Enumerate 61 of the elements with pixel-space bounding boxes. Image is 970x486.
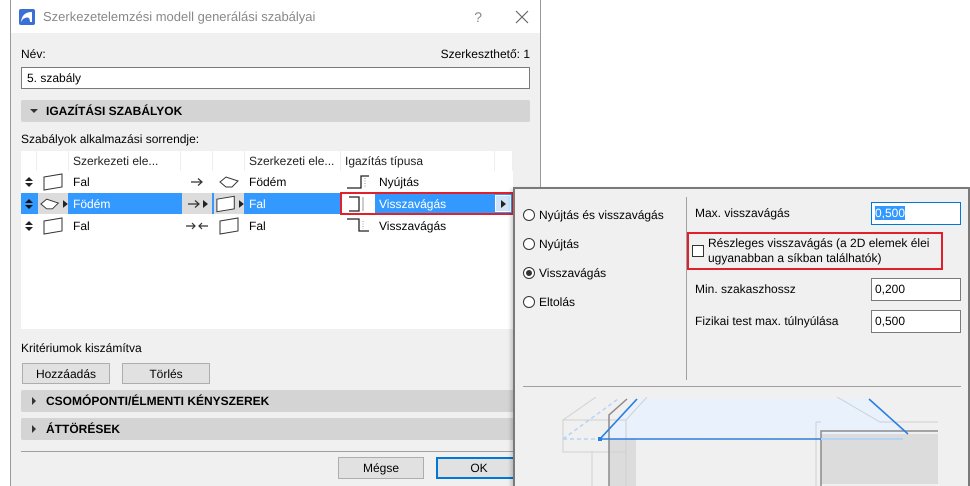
name-label: Név:: [21, 47, 46, 61]
checkbox[interactable]: [692, 245, 704, 257]
wall-icon: [214, 194, 238, 214]
table-cell-text: Nyújtás: [378, 174, 420, 188]
input-field[interactable]: 0,500: [871, 310, 961, 332]
table-cell-text: Fal: [248, 218, 267, 232]
column-header[interactable]: Igazítás típusa: [341, 151, 495, 171]
right-arrow-icon: [190, 176, 204, 186]
add-button[interactable]: Hozzáadás: [22, 363, 110, 384]
delete-button[interactable]: Törlés: [122, 363, 210, 384]
field-label: Min. szakaszhossz: [695, 282, 796, 296]
input-field[interactable]: 0,200: [871, 278, 961, 300]
extend-icon: [345, 172, 371, 190]
radio-option[interactable]: Nyújtás és visszavágás: [523, 208, 664, 222]
reorder-icon[interactable]: [25, 220, 33, 232]
caret-icon: [239, 200, 244, 208]
field-label: Max. visszavágás: [695, 206, 790, 220]
table-cell-text: Visszavágás: [378, 196, 448, 210]
radio-option[interactable]: Eltolás: [523, 295, 576, 309]
table-cell-text: Fal: [72, 218, 91, 232]
name-field[interactable]: 5. szabály: [21, 67, 530, 89]
editable-count: Szerkeszthető: 1: [440, 47, 530, 61]
table-cell-text: Födém: [248, 174, 288, 188]
radio-option[interactable]: Visszavágás: [523, 266, 606, 280]
table-row[interactable]: Fal Fal Visszavágás: [21, 215, 513, 236]
caret-icon: [202, 200, 208, 208]
field-label: Fizikai test max. túlnyúlása: [695, 314, 838, 328]
right-arrow-icon: [186, 198, 200, 208]
element-type-button[interactable]: [38, 193, 68, 214]
window-title: Szerkezetelemzési modell generálási szabályai: [43, 9, 316, 24]
cancel-button[interactable]: Mégse: [338, 457, 424, 479]
expand-triangle-icon: [30, 425, 38, 433]
table-cell-text: Visszavágás: [378, 218, 448, 232]
help-button[interactable]: ?: [474, 8, 504, 24]
table-cell-text: Fal: [248, 196, 267, 210]
checkbox-label: Részleges visszavágás (a 2D elemek élei ugyanabban a síkban találhatók): [708, 236, 930, 266]
reorder-icon[interactable]: [25, 176, 33, 188]
reorder-icon[interactable]: [25, 198, 33, 210]
radio-icon[interactable]: [523, 238, 535, 250]
radio-icon[interactable]: [523, 209, 535, 221]
table-row[interactable]: Fal Födém Nyújtás: [21, 171, 513, 192]
section-header[interactable]: IGAZÍTÁSI SZABÁLYOK: [21, 100, 530, 122]
column-header[interactable]: Szerkezeti ele...: [245, 151, 341, 171]
column-header[interactable]: Szerkezeti ele...: [69, 151, 181, 171]
app-logo-icon: [19, 8, 35, 24]
radio-option[interactable]: Nyújtás: [523, 237, 580, 251]
radio-icon[interactable]: [523, 267, 535, 279]
menu-button[interactable]: [495, 195, 511, 212]
expand-triangle-icon: [30, 397, 38, 405]
table-cell-text: Fal: [72, 174, 91, 188]
caret-icon: [500, 200, 506, 208]
caret-icon: [63, 200, 68, 208]
relation-button[interactable]: [182, 193, 212, 214]
trim-icon: [345, 216, 371, 234]
status-text: Kritériumok kiszámítva: [21, 341, 143, 355]
collapse-triangle-icon: [30, 107, 38, 115]
table-cell-text: Födém: [72, 196, 112, 210]
order-label: Szabályok alkalmazási sorrendje:: [21, 132, 200, 146]
element-type-button[interactable]: [214, 193, 244, 214]
converging-arrows-icon: [185, 220, 209, 230]
radio-icon[interactable]: [523, 296, 535, 308]
